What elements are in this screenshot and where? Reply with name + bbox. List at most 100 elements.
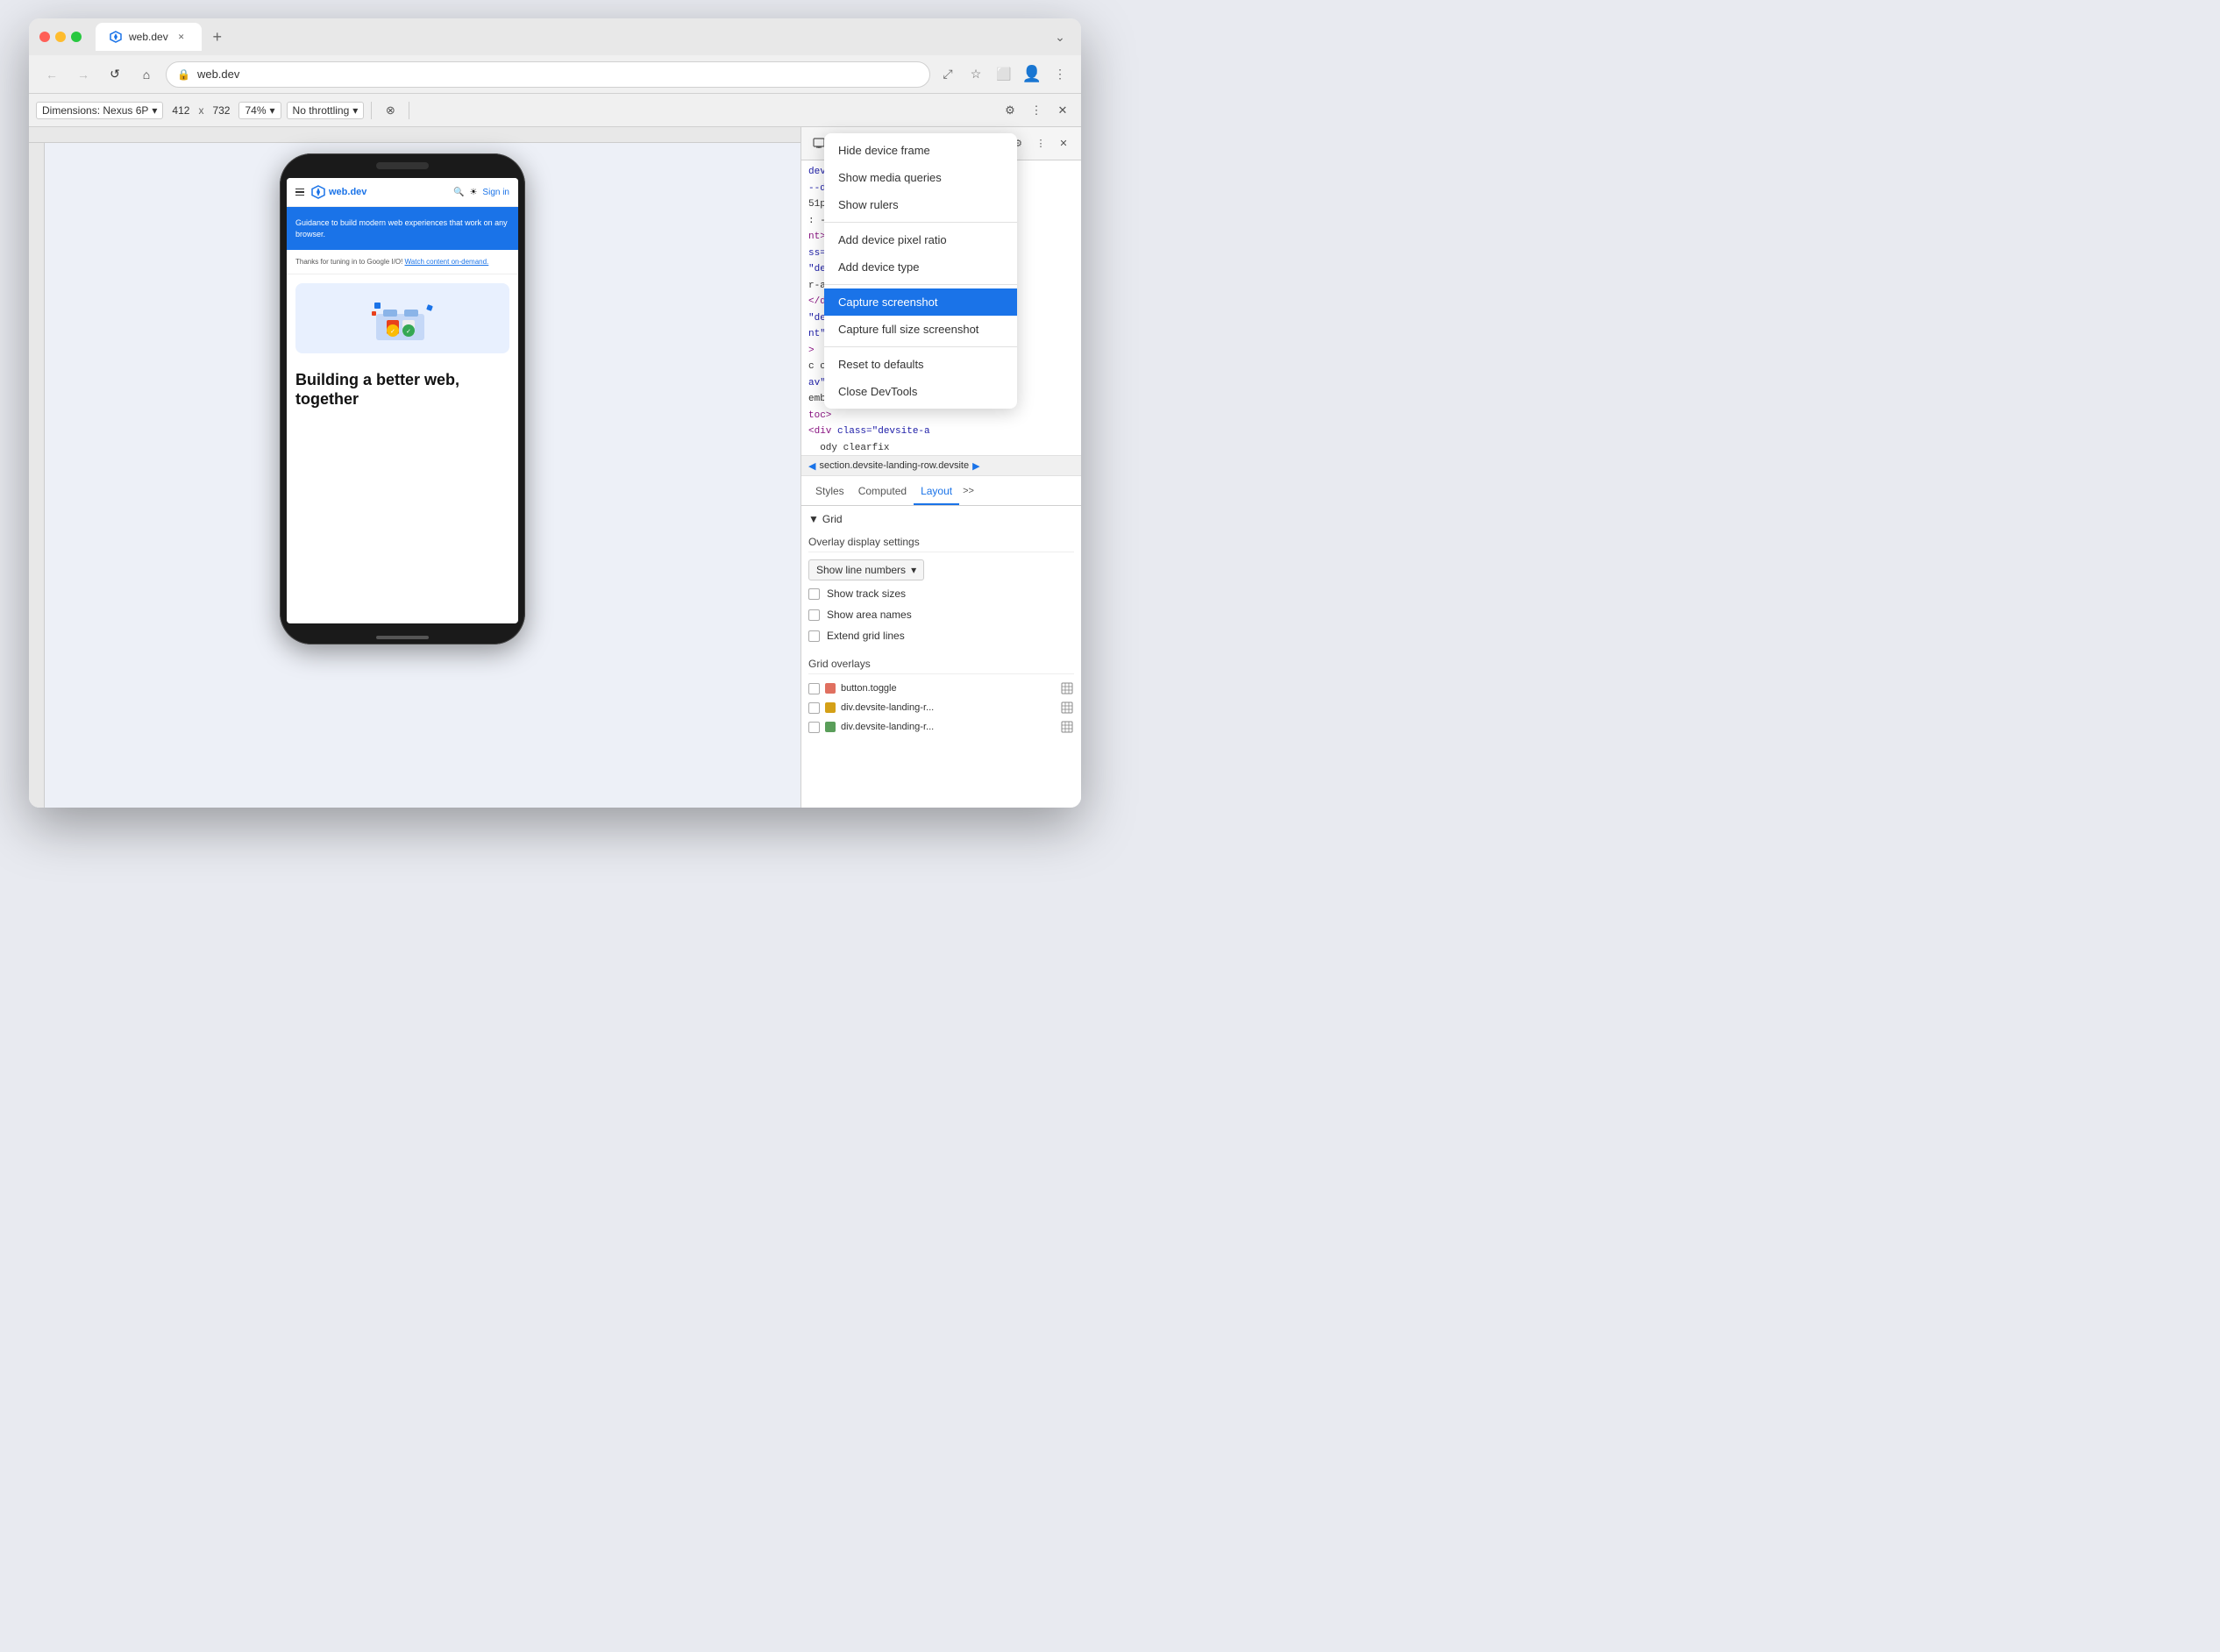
- site-header: web.dev 🔍 ☀ Sign in: [287, 178, 518, 207]
- menu-capture-screenshot[interactable]: Capture screenshot: [824, 288, 1017, 316]
- menu-close-devtools[interactable]: Close DevTools: [824, 378, 1017, 405]
- menu-capture-full-screenshot[interactable]: Capture full size screenshot: [824, 316, 1017, 343]
- back-button[interactable]: ←: [39, 62, 64, 87]
- home-button[interactable]: ⌂: [134, 62, 159, 87]
- address-bar[interactable]: 🔒 web.dev: [166, 61, 930, 88]
- svg-text:✓: ✓: [406, 329, 411, 335]
- ruler-vertical: [29, 143, 45, 808]
- grid-section-header: ▼ Grid: [808, 513, 1074, 525]
- show-track-sizes-label: Show track sizes: [827, 587, 906, 600]
- panel-close-icon[interactable]: ✕: [1053, 133, 1074, 154]
- hamburger-icon[interactable]: [295, 189, 304, 196]
- overlay-checkbox-1[interactable]: [808, 683, 820, 694]
- address-security-icon: 🔒: [177, 68, 190, 81]
- site-name: web.dev: [329, 187, 366, 197]
- menu-add-device-type[interactable]: Add device type: [824, 253, 1017, 281]
- show-area-names-label: Show area names: [827, 609, 912, 621]
- new-tab-button[interactable]: +: [205, 25, 230, 49]
- overlay-icon-2[interactable]: [1060, 701, 1074, 715]
- menu-show-rulers[interactable]: Show rulers: [824, 191, 1017, 218]
- forward-button[interactable]: →: [71, 62, 96, 87]
- show-line-numbers-label: Show line numbers: [816, 564, 906, 576]
- site-theme-icon[interactable]: ☀: [469, 188, 477, 197]
- tab-bar: web.dev ✕ +: [96, 23, 1042, 51]
- tab-layout[interactable]: Layout: [914, 476, 959, 505]
- window-menu-icon[interactable]: ⌄: [1050, 26, 1071, 47]
- tab-title: web.dev: [129, 31, 168, 43]
- tab-favicon: [110, 31, 122, 43]
- menu-reset-defaults[interactable]: Reset to defaults: [824, 351, 1017, 378]
- zoom-dropdown[interactable]: 74% ▾: [238, 102, 281, 119]
- extensions-icon[interactable]: ⬜: [993, 64, 1014, 85]
- bookmark-icon[interactable]: ☆: [965, 64, 986, 85]
- overlay-icon-1[interactable]: [1060, 681, 1074, 695]
- grid-overlays-section: Grid overlays button.toggle: [808, 654, 1074, 734]
- device-dropdown-arrow: ▾: [152, 104, 157, 117]
- devtools-toolbar: Dimensions: Nexus 6P ▾ 412 x 732 74% ▾ N…: [29, 94, 1081, 127]
- overlay-label-2: div.devsite-landing-r...: [841, 702, 1055, 713]
- overlay-color-2: [825, 702, 836, 713]
- breadcrumb-text: section.devsite-landing-row.devsite: [819, 460, 969, 471]
- site-notice: Thanks for tuning in to Google I/O! Watc…: [287, 250, 518, 274]
- share-icon[interactable]: ⤢: [937, 64, 958, 85]
- throttle-dropdown[interactable]: No throttling ▾: [287, 102, 365, 119]
- overlay-color-3: [825, 722, 836, 732]
- panel-more-icon[interactable]: ⋮: [1030, 133, 1051, 154]
- show-area-names-checkbox[interactable]: [808, 609, 820, 621]
- more-tabs-button[interactable]: >>: [963, 486, 974, 496]
- overlay-icon-3[interactable]: [1060, 720, 1074, 734]
- extend-grid-lines-checkbox[interactable]: [808, 630, 820, 642]
- overlay-label-3: div.devsite-landing-r...: [841, 722, 1055, 732]
- title-bar-actions: ⌄: [1050, 26, 1071, 47]
- tab-close-button[interactable]: ✕: [175, 31, 188, 43]
- profile-icon[interactable]: 👤: [1021, 64, 1042, 85]
- more-options-icon[interactable]: ⋮: [1025, 99, 1048, 122]
- show-line-numbers-row: Show line numbers ▾: [808, 559, 1074, 580]
- show-track-sizes-checkbox[interactable]: [808, 588, 820, 600]
- menu-hide-device-frame[interactable]: Hide device frame: [824, 137, 1017, 164]
- breadcrumb-arrow-left[interactable]: ◀: [808, 460, 815, 472]
- site-search-icon[interactable]: 🔍: [453, 188, 464, 197]
- extend-grid-lines-label: Extend grid lines: [827, 630, 905, 642]
- menu-add-device-pixel-ratio[interactable]: Add device pixel ratio: [824, 226, 1017, 253]
- site-hero: Guidance to build modern web experiences…: [287, 207, 518, 250]
- notice-link[interactable]: Watch content on-demand.: [405, 258, 489, 266]
- device-type-icon[interactable]: ⚙: [999, 99, 1021, 122]
- browser-tab[interactable]: web.dev ✕: [96, 23, 202, 51]
- tab-styles[interactable]: Styles: [808, 476, 851, 505]
- grid-section-title: Grid: [822, 513, 843, 525]
- overlay-checkbox-3[interactable]: [808, 722, 820, 733]
- svg-text:✓: ✓: [390, 329, 395, 335]
- menu-show-media-queries[interactable]: Show media queries: [824, 164, 1017, 191]
- overlay-button-toggle: button.toggle: [808, 681, 1074, 695]
- show-line-numbers-dropdown[interactable]: Show line numbers ▾: [808, 559, 924, 580]
- breadcrumb-arrow-right[interactable]: ▶: [972, 460, 979, 472]
- menu-divider-3: [824, 346, 1017, 347]
- minimize-button[interactable]: [55, 32, 66, 42]
- no-throttle-icon[interactable]: ⊗: [379, 99, 402, 122]
- device-name: Dimensions: Nexus 6P: [42, 104, 148, 117]
- close-button[interactable]: [39, 32, 50, 42]
- tab-computed[interactable]: Computed: [851, 476, 914, 505]
- html-line: toc>: [801, 408, 1081, 424]
- show-area-names-row: Show area names: [808, 607, 1074, 623]
- throttle-arrow: ▾: [352, 104, 358, 117]
- context-menu: Hide device frame Show media queries Sho…: [824, 133, 1017, 409]
- traffic-lights: [39, 32, 82, 42]
- page-content: web.dev 🔍 ☀ Sign in Guidance to build mo…: [29, 127, 800, 808]
- browser-menu-icon[interactable]: ⋮: [1050, 64, 1071, 85]
- sign-in-button[interactable]: Sign in: [482, 188, 509, 197]
- close-devtools-btn[interactable]: ✕: [1051, 99, 1074, 122]
- overlay-checkbox-2[interactable]: [808, 702, 820, 714]
- width-value[interactable]: 412: [168, 104, 193, 117]
- breadcrumb-selector[interactable]: section.devsite-landing-row.devsite: [819, 460, 969, 471]
- device-dropdown[interactable]: Dimensions: Nexus 6P ▾: [36, 102, 163, 119]
- ruler-horizontal: [29, 127, 800, 143]
- refresh-button[interactable]: ↺: [103, 62, 127, 87]
- grid-collapse-icon[interactable]: ▼: [808, 513, 819, 525]
- height-value[interactable]: 732: [209, 104, 233, 117]
- menu-divider-2: [824, 284, 1017, 285]
- maximize-button[interactable]: [71, 32, 82, 42]
- toolbar-separator-1: [371, 102, 372, 119]
- nav-actions: ⤢ ☆ ⬜ 👤 ⋮: [937, 64, 1071, 85]
